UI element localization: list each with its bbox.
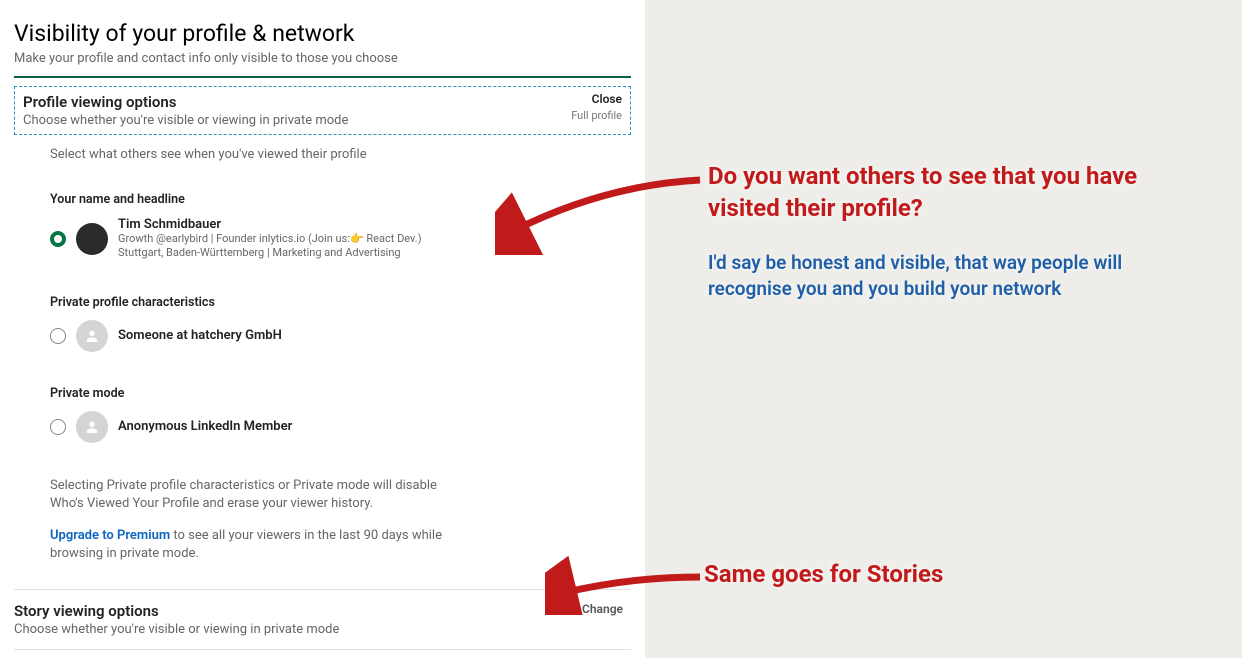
- profile-viewing-subtitle: Choose whether you're visible or viewing…: [23, 113, 622, 128]
- story-viewing-subtitle: Choose whether you're visible or viewing…: [14, 622, 631, 637]
- option-text: Someone at hatchery GmbH: [118, 328, 282, 343]
- divider: [14, 76, 631, 78]
- option-text: Tim Schmidbauer Growth @earlybird | Foun…: [118, 217, 422, 261]
- story-viewing-section[interactable]: Story viewing options Choose whether you…: [14, 589, 631, 650]
- profile-headline-line1: Growth @earlybird | Founder inlytics.io …: [118, 232, 422, 246]
- annotation-stories: Same goes for Stories: [704, 560, 943, 588]
- avatar: [76, 223, 108, 255]
- option-private-mode[interactable]: Anonymous LinkedIn Member: [50, 411, 631, 443]
- page-subtitle: Make your profile and contact info only …: [14, 51, 645, 66]
- annotation-question: Do you want others to see that you have …: [708, 160, 1188, 225]
- profile-headline-line2: Stuttgart, Baden-Württemberg | Marketing…: [118, 246, 422, 260]
- settings-panel: Visibility of your profile & network Mak…: [0, 0, 645, 658]
- option-heading-private-mode: Private mode: [50, 386, 631, 401]
- upgrade-note: Upgrade to Premium to see all your viewe…: [50, 527, 470, 563]
- option-private-characteristics[interactable]: Someone at hatchery GmbH: [50, 320, 631, 352]
- person-icon: [76, 411, 108, 443]
- change-button[interactable]: Change: [582, 602, 623, 616]
- close-button[interactable]: Close: [592, 92, 622, 106]
- annotation-answer: I'd say be honest and visible, that way …: [708, 250, 1188, 301]
- headline-part1: Growth @earlybird | Founder inlytics.io …: [118, 232, 350, 245]
- profile-viewing-title: Profile viewing options: [23, 93, 622, 111]
- private-characteristics-text: Someone at hatchery GmbH: [118, 328, 282, 343]
- option-heading-private-characteristics: Private profile characteristics: [50, 295, 631, 310]
- radio-selected-icon[interactable]: [50, 231, 66, 247]
- option-name-headline[interactable]: Tim Schmidbauer Growth @earlybird | Foun…: [50, 217, 631, 261]
- page-title: Visibility of your profile & network: [14, 20, 645, 47]
- private-mode-note: Selecting Private profile characteristic…: [50, 477, 470, 513]
- headline-part2: React Dev.): [364, 232, 422, 245]
- option-heading-name-headline: Your name and headline: [50, 192, 631, 207]
- option-text: Anonymous LinkedIn Member: [118, 419, 292, 434]
- select-what-others-see: Select what others see when you've viewe…: [50, 147, 631, 162]
- profile-viewing-section: Profile viewing options Choose whether y…: [14, 86, 631, 135]
- profile-viewing-content: Select what others see when you've viewe…: [14, 135, 645, 563]
- pointing-right-icon: 👉: [350, 232, 364, 245]
- full-profile-label: Full profile: [571, 109, 622, 122]
- private-mode-text: Anonymous LinkedIn Member: [118, 419, 292, 434]
- radio-unselected-icon[interactable]: [50, 328, 66, 344]
- story-viewing-title: Story viewing options: [14, 602, 631, 620]
- radio-unselected-icon[interactable]: [50, 419, 66, 435]
- profile-name: Tim Schmidbauer: [118, 217, 422, 232]
- person-icon: [76, 320, 108, 352]
- upgrade-to-premium-link[interactable]: Upgrade to Premium: [50, 528, 170, 543]
